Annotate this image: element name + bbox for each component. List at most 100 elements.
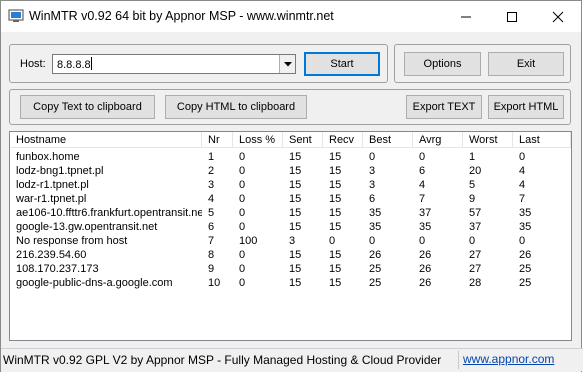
table-cell: 28 <box>469 277 482 289</box>
minimize-button[interactable] <box>443 1 489 32</box>
table-cell: 8 <box>208 249 215 261</box>
column-header[interactable]: Nr <box>202 132 233 148</box>
export-text-label: Export TEXT <box>412 101 476 113</box>
table-cell: 15 <box>329 249 342 261</box>
column-header[interactable]: Hostname <box>10 132 202 148</box>
text-caret <box>90 57 92 70</box>
table-cell: 0 <box>239 207 246 219</box>
table-cell: 0 <box>419 151 426 163</box>
table-cell: 0 <box>239 179 246 191</box>
table-cell: 5 <box>208 207 215 219</box>
export-html-button[interactable]: Export HTML <box>488 95 564 119</box>
table-cell: 7 <box>519 193 526 205</box>
host-value: 8.8.8.8 <box>57 59 91 71</box>
table-cell: lodz-bng1.tpnet.pl <box>16 165 104 177</box>
table-cell: 35 <box>519 221 532 233</box>
website-link[interactable]: www.appnor.com <box>463 352 554 366</box>
table-cell: 26 <box>419 263 432 275</box>
results-table[interactable]: Hostname Nr Loss % Sent Recv Best Avrg Worst Las… <box>9 131 572 341</box>
host-dropdown-button[interactable] <box>279 55 295 73</box>
table-row[interactable]: funbox.home 1 0 15 15 0 0 1 0 <box>10 150 571 164</box>
table-cell: 35 <box>419 221 432 233</box>
table-cell: 7 <box>419 193 426 205</box>
table-cell: 0 <box>519 235 526 247</box>
app-window: WinMTR v0.92 64 bit by Appnor MSP - www.… <box>0 0 583 372</box>
table-cell: 6 <box>208 221 215 233</box>
table-cell: 0 <box>239 277 246 289</box>
table-row[interactable]: google-public-dns-a.google.com 10 0 15 15 25 2… <box>10 276 571 290</box>
table-cell: 15 <box>329 151 342 163</box>
table-cell: 15 <box>289 193 302 205</box>
table-cell: 15 <box>329 165 342 177</box>
table-header: Hostname Nr Loss % Sent Recv Best Avrg Worst Las… <box>10 132 571 148</box>
close-button[interactable] <box>535 1 581 32</box>
export-html-label: Export HTML <box>493 101 559 113</box>
network-monitor-icon <box>8 9 24 22</box>
table-row[interactable]: war-r1.tpnet.pl 4 0 15 15 6 7 9 7 <box>10 192 571 206</box>
table-cell: 25 <box>519 263 532 275</box>
table-row[interactable]: ae106-10.ffttr6.frankfurt.opentransit.ne… <box>10 206 571 220</box>
table-cell: 15 <box>289 179 302 191</box>
table-cell: 26 <box>419 277 432 289</box>
table-cell: 3 <box>289 235 296 247</box>
table-cell: 15 <box>289 151 302 163</box>
table-cell: 15 <box>289 165 302 177</box>
column-header[interactable]: Sent <box>283 132 323 148</box>
table-cell: funbox.home <box>16 151 80 163</box>
host-label: Host: <box>20 58 46 70</box>
table-cell: 9 <box>469 193 476 205</box>
exit-button[interactable]: Exit <box>488 52 564 76</box>
column-header[interactable]: Last <box>513 132 571 148</box>
table-cell: 0 <box>369 235 376 247</box>
table-row[interactable]: lodz-r1.tpnet.pl 3 0 15 15 3 4 5 4 <box>10 178 571 192</box>
host-combobox[interactable]: 8.8.8.8 <box>52 54 296 74</box>
table-cell: 4 <box>519 165 526 177</box>
table-cell: 4 <box>208 193 215 205</box>
table-cell: 15 <box>329 179 342 191</box>
start-button-label: Start <box>330 58 354 70</box>
column-header[interactable]: Recv <box>323 132 363 148</box>
table-cell: 15 <box>289 277 302 289</box>
maximize-icon <box>507 12 517 22</box>
table-row[interactable]: google-13.gw.opentransit.net 6 0 15 15 35 35 37… <box>10 220 571 234</box>
title-bar[interactable]: WinMTR v0.92 64 bit by Appnor MSP - www.… <box>1 1 581 32</box>
table-cell: 0 <box>519 151 526 163</box>
table-cell: 27 <box>469 263 482 275</box>
table-cell: 216.239.54.60 <box>16 249 87 261</box>
table-cell: 20 <box>469 165 482 177</box>
table-row[interactable]: 108.170.237.173 9 0 15 15 25 26 27 25 <box>10 262 571 276</box>
table-cell: 0 <box>239 193 246 205</box>
column-header[interactable]: Loss % <box>233 132 283 148</box>
table-cell: 3 <box>208 179 215 191</box>
table-cell: 35 <box>369 207 382 219</box>
column-header[interactable]: Worst <box>463 132 513 148</box>
options-button-label: Options <box>423 58 462 70</box>
table-cell: 7 <box>208 235 215 247</box>
export-text-button[interactable]: Export TEXT <box>406 95 482 119</box>
chevron-down-icon <box>284 62 292 67</box>
maximize-button[interactable] <box>489 1 535 32</box>
table-cell: google-public-dns-a.google.com <box>16 277 173 289</box>
table-cell: 6 <box>419 165 426 177</box>
minimize-icon <box>461 16 471 18</box>
table-row[interactable]: 216.239.54.60 8 0 15 15 26 26 27 26 <box>10 248 571 262</box>
table-cell: ae106-10.ffttr6.frankfurt.opentransit.ne… <box>16 207 202 219</box>
table-row[interactable]: lodz-bng1.tpnet.pl 2 0 15 15 3 6 20 4 <box>10 164 571 178</box>
copy-text-label: Copy Text to clipboard <box>33 101 142 113</box>
copy-html-button[interactable]: Copy HTML to clipboard <box>165 95 307 119</box>
host-input[interactable]: 8.8.8.8 <box>56 57 93 72</box>
column-header[interactable]: Avrg <box>413 132 463 148</box>
table-row[interactable]: No response from host 7 100 3 0 0 0 0 0 <box>10 234 571 248</box>
table-cell: 35 <box>369 221 382 233</box>
table-cell: 2 <box>208 165 215 177</box>
table-cell: 0 <box>239 165 246 177</box>
table-cell: 0 <box>469 235 476 247</box>
table-cell: 15 <box>329 221 342 233</box>
table-cell: 0 <box>239 249 246 261</box>
start-button[interactable]: Start <box>304 52 380 76</box>
table-cell: 26 <box>519 249 532 261</box>
column-header[interactable]: Best <box>363 132 413 148</box>
options-button[interactable]: Options <box>404 52 481 76</box>
table-cell: 5 <box>469 179 476 191</box>
copy-text-button[interactable]: Copy Text to clipboard <box>20 95 155 119</box>
